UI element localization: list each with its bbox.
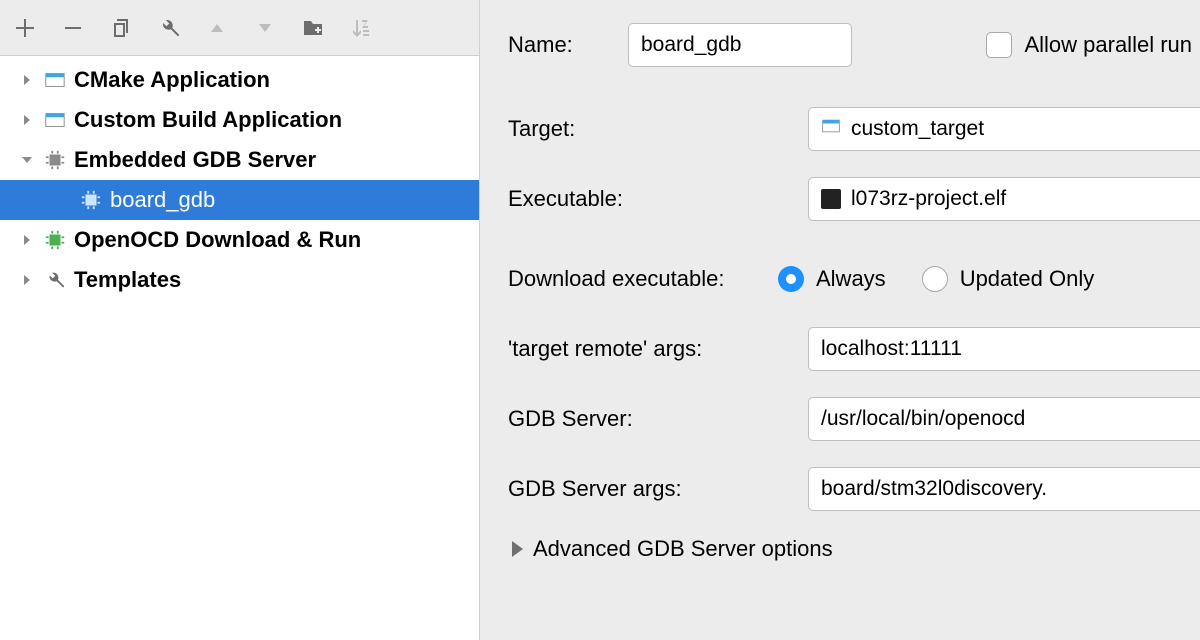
application-icon: [44, 69, 66, 91]
radio-label: Always: [816, 266, 886, 292]
copy-icon[interactable]: [106, 13, 136, 43]
advanced-label: Advanced GDB Server options: [533, 536, 833, 562]
sort-icon[interactable]: [346, 13, 376, 43]
target-select[interactable]: custom_target: [808, 107, 1200, 151]
chip-icon: [44, 149, 66, 171]
tree-item-label: Custom Build Application: [74, 107, 342, 133]
gdb-server-args-input[interactable]: [808, 467, 1200, 511]
tree-item-custom-build[interactable]: Custom Build Application: [0, 100, 479, 140]
radio-icon: [778, 266, 804, 292]
tree-item-openocd[interactable]: OpenOCD Download & Run: [0, 220, 479, 260]
target-remote-args-input[interactable]: [808, 327, 1200, 371]
tree-item-board-gdb[interactable]: board_gdb: [0, 180, 479, 220]
gdb-server-label: GDB Server:: [508, 406, 808, 432]
add-icon[interactable]: [10, 13, 40, 43]
remove-icon[interactable]: [58, 13, 88, 43]
radio-label: Updated Only: [960, 266, 1095, 292]
allow-parallel-run-checkbox[interactable]: Allow parallel run: [986, 32, 1200, 58]
chevron-right-icon: [18, 71, 36, 89]
application-icon: [44, 109, 66, 131]
gdb-server-args-label: GDB Server args:: [508, 476, 808, 502]
wrench-icon[interactable]: [154, 13, 184, 43]
executable-value: l073rz-project.elf: [851, 187, 1006, 211]
checkbox-icon: [986, 32, 1012, 58]
config-form: Name: Allow parallel run Target: custom_…: [480, 0, 1200, 640]
tree-item-embedded-gdb[interactable]: Embedded GDB Server: [0, 140, 479, 180]
radio-always[interactable]: Always: [778, 266, 886, 292]
tree-item-label: board_gdb: [110, 187, 215, 213]
download-executable-label: Download executable:: [508, 266, 778, 292]
tree-item-label: Templates: [74, 267, 181, 293]
executable-label: Executable:: [508, 186, 808, 212]
folder-icon[interactable]: [298, 13, 328, 43]
tree-item-label: OpenOCD Download & Run: [74, 227, 361, 253]
target-label: Target:: [508, 116, 808, 142]
chevron-right-icon: [18, 111, 36, 129]
chip-icon: [80, 189, 102, 211]
chevron-right-icon: [18, 231, 36, 249]
chevron-right-icon: [512, 541, 523, 557]
chip-icon: [44, 229, 66, 251]
executable-icon: [821, 189, 841, 209]
move-up-icon[interactable]: [202, 13, 232, 43]
configurations-panel: CMake Application Custom Build Applicati…: [0, 0, 480, 640]
download-executable-radio-group: Always Updated Only: [778, 266, 1094, 292]
tree-item-templates[interactable]: Templates: [0, 260, 479, 300]
config-tree: CMake Application Custom Build Applicati…: [0, 56, 479, 640]
radio-updated-only[interactable]: Updated Only: [922, 266, 1095, 292]
tree-item-label: Embedded GDB Server: [74, 147, 316, 173]
chevron-down-icon: [18, 151, 36, 169]
target-remote-args-label: 'target remote' args:: [508, 336, 808, 362]
chevron-right-icon: [18, 271, 36, 289]
advanced-gdb-options-toggle[interactable]: Advanced GDB Server options: [508, 536, 1200, 562]
target-value: custom_target: [851, 117, 984, 141]
tree-toolbar: [0, 0, 479, 56]
allow-parallel-label: Allow parallel run: [1024, 32, 1192, 58]
application-icon: [821, 116, 841, 142]
wrench-icon: [44, 269, 66, 291]
name-label: Name:: [508, 32, 628, 58]
tree-item-label: CMake Application: [74, 67, 270, 93]
tree-item-cmake-app[interactable]: CMake Application: [0, 60, 479, 100]
move-down-icon[interactable]: [250, 13, 280, 43]
name-input[interactable]: [628, 23, 852, 67]
executable-select[interactable]: l073rz-project.elf: [808, 177, 1200, 221]
gdb-server-input[interactable]: [808, 397, 1200, 441]
radio-icon: [922, 266, 948, 292]
